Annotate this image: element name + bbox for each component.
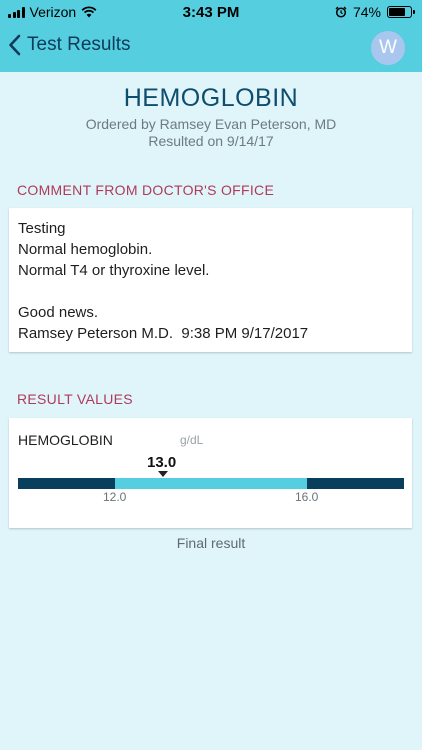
- comment-line: Testing: [18, 220, 66, 237]
- status-bar: Verizon 3:43 PM 74%: [0, 0, 422, 26]
- battery-percent: 74%: [352, 4, 381, 20]
- range-low-label: 12.0: [103, 490, 127, 504]
- result-value: 13.0: [147, 454, 177, 471]
- back-label: Test Results: [27, 34, 131, 55]
- comment-line: Normal T4 or thyroxine level.: [18, 262, 210, 279]
- comment-line: Normal hemoglobin.: [18, 241, 153, 258]
- page-title: HEMOGLOBIN: [123, 84, 299, 112]
- result-card: HEMOGLOBIN g/dL 13.0 12.0 16.0: [9, 418, 412, 528]
- chevron-left-icon: [9, 34, 21, 56]
- value-marker-icon: [158, 471, 168, 477]
- alarm-icon: [335, 6, 347, 18]
- comment-line: [18, 281, 403, 302]
- comment-line: Good news.: [18, 304, 99, 321]
- resulted-on: Resulted on 9/14/17: [148, 133, 274, 149]
- comment-section-label: COMMENT FROM DOCTOR'S OFFICE: [17, 182, 275, 198]
- battery-icon: [387, 6, 415, 18]
- result-status: Final result: [176, 535, 246, 551]
- result-unit: g/dL: [180, 433, 204, 447]
- range-normal-segment: [115, 478, 307, 489]
- back-button[interactable]: Test Results: [8, 34, 130, 56]
- ordered-by: Ordered by Ramsey Evan Peterson, MD: [85, 116, 337, 132]
- reference-range-bar: [18, 478, 404, 489]
- result-name: HEMOGLOBIN: [18, 432, 113, 448]
- comment-line: Ramsey Peterson M.D. 9:38 PM 9/17/2017: [18, 325, 309, 342]
- results-section-label: RESULT VALUES: [17, 391, 133, 407]
- range-high-label: 16.0: [295, 490, 319, 504]
- header: Verizon 3:43 PM 74% Test Results W: [0, 0, 422, 72]
- range-above-segment: [307, 478, 404, 489]
- range-below-segment: [18, 478, 115, 489]
- nav-bar: Test Results W: [0, 26, 422, 72]
- avatar[interactable]: W: [371, 31, 405, 65]
- comment-card: Testing Normal hemoglobin. Normal T4 or …: [9, 208, 412, 352]
